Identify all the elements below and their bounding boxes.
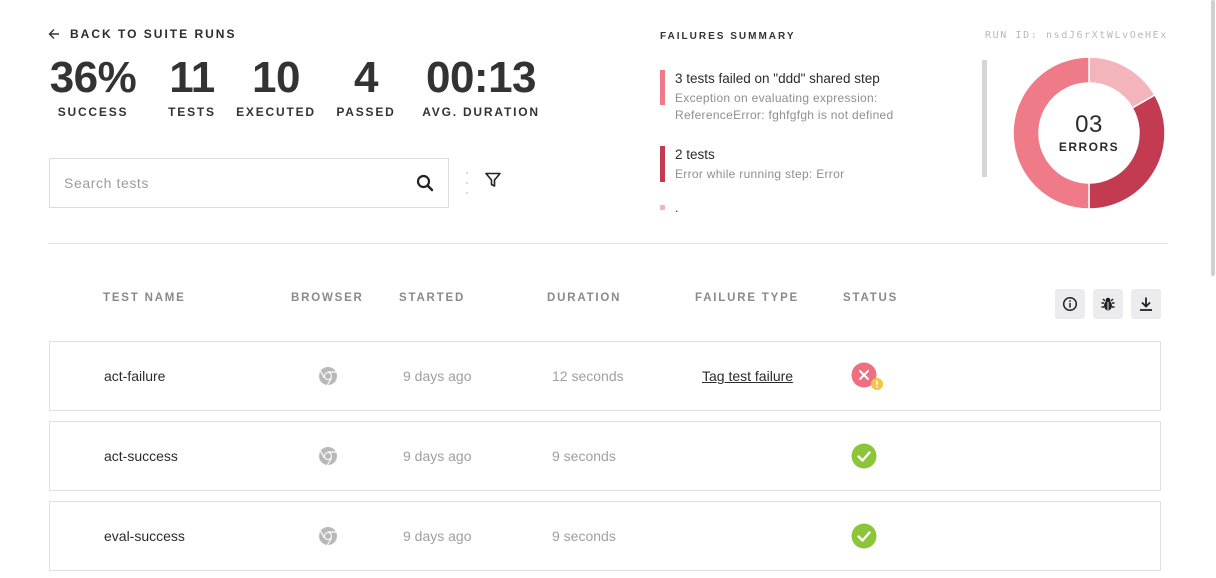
failure-description: Exception on evaluating expression: Refe…	[675, 91, 894, 122]
back-to-suite-runs-link[interactable]: BACK TO SUITE RUNS	[48, 27, 236, 41]
failure-title: 2 tests	[675, 147, 715, 162]
chrome-icon	[319, 367, 337, 386]
search-input[interactable]	[64, 175, 416, 191]
info-icon	[1062, 296, 1078, 312]
chrome-icon	[319, 527, 337, 546]
stat-avg-duration: 00:13 AVG. DURATION	[422, 53, 540, 120]
search-icon[interactable]	[416, 174, 434, 192]
column-header-browser[interactable]: BROWSER	[291, 292, 364, 304]
column-header-failure-type[interactable]: FAILURE TYPE	[695, 292, 799, 304]
warning-icon	[871, 378, 883, 390]
stat-label: SUCCESS	[57, 105, 129, 119]
stat-value: 4	[354, 53, 378, 102]
column-header-status[interactable]: STATUS	[843, 292, 898, 304]
filter-icon[interactable]	[484, 171, 502, 189]
run-stats: 36% SUCCESS 11 TESTS 10 EXECUTED 4 PASSE…	[48, 53, 540, 120]
bug-icon	[1101, 297, 1115, 311]
failure-summary-item[interactable]: 3 tests failed on "ddd" shared step Exce…	[660, 70, 960, 124]
errors-donut-center: 03 ERRORS	[1012, 56, 1166, 210]
run-id: RUN ID: nsdJ6rXtWLvOeHEx	[985, 30, 1168, 41]
stat-value: 10	[252, 53, 300, 102]
stat-success: 36% SUCCESS	[48, 53, 138, 120]
failure-summary-item[interactable]: .	[660, 201, 960, 215]
arrow-left-icon	[48, 29, 59, 39]
test-name: act-success	[104, 448, 178, 464]
column-header-duration[interactable]: DURATION	[547, 292, 621, 304]
test-name: act-failure	[104, 368, 166, 384]
failure-title: .	[675, 201, 679, 215]
column-header-test-name[interactable]: TEST NAME	[103, 292, 186, 304]
browser-cell	[318, 342, 338, 410]
duration: 12 seconds	[552, 368, 624, 384]
search-box	[49, 158, 449, 208]
failure-description: Error while running step: Error	[675, 167, 845, 181]
browser-cell	[318, 502, 338, 570]
duration: 9 seconds	[552, 448, 616, 464]
stat-tests: 11 TESTS	[166, 53, 218, 120]
started-time: 9 days ago	[403, 368, 472, 384]
suite-run-page: BACK TO SUITE RUNS 36% SUCCESS 11 TESTS …	[0, 0, 1216, 578]
stat-label: AVG. DURATION	[422, 105, 540, 119]
failures-summary-title: FAILURES SUMMARY	[660, 31, 796, 42]
stat-label: TESTS	[168, 105, 216, 119]
failure-title: 3 tests failed on "ddd" shared step	[675, 71, 880, 86]
stat-executed: 10 EXECUTED	[236, 53, 314, 120]
table-row[interactable]: act-failure 9 days ago 12 seconds Tag te…	[49, 341, 1161, 411]
test-name: eval-success	[104, 528, 185, 544]
info-button[interactable]	[1055, 289, 1085, 319]
browser-cell	[318, 422, 338, 490]
failure-color-bar	[660, 146, 665, 182]
page-scrollbar[interactable]	[1211, 0, 1215, 276]
section-divider	[48, 243, 1168, 244]
status-cell	[851, 342, 883, 410]
errors-count: 03	[1075, 111, 1103, 138]
stat-value: 11	[169, 53, 215, 102]
table-row[interactable]: act-success 9 days ago 9 seconds	[49, 421, 1161, 491]
status-cell	[851, 422, 877, 490]
duration: 9 seconds	[552, 528, 616, 544]
stat-passed: 4 PASSED	[336, 53, 393, 120]
started-time: 9 days ago	[403, 448, 472, 464]
stat-label: PASSED	[336, 105, 396, 119]
column-header-started[interactable]: STARTED	[399, 292, 465, 304]
failures-scrollbar[interactable]	[982, 60, 987, 177]
failure-color-bar	[660, 205, 665, 210]
status-cell	[851, 502, 877, 570]
back-link-label: BACK TO SUITE RUNS	[70, 27, 237, 41]
status-failed	[851, 362, 883, 390]
table-row[interactable]: eval-success 9 days ago 9 seconds	[49, 501, 1161, 571]
bug-report-button[interactable]	[1093, 289, 1123, 319]
passed-check-icon	[851, 443, 877, 469]
stat-value: 36%	[49, 53, 137, 102]
started-time: 9 days ago	[403, 528, 472, 544]
chrome-icon	[319, 447, 337, 466]
download-icon	[1140, 297, 1152, 311]
passed-check-icon	[851, 523, 877, 549]
failure-color-bar	[660, 70, 665, 105]
separator-dots	[465, 172, 469, 194]
stat-label: EXECUTED	[236, 105, 316, 119]
tag-failure-link[interactable]: Tag test failure	[702, 342, 793, 410]
stat-value: 00:13	[425, 53, 537, 102]
failure-summary-item[interactable]: 2 tests Error while running step: Error	[660, 146, 960, 183]
download-button[interactable]	[1131, 289, 1161, 319]
errors-label: ERRORS	[1058, 140, 1120, 154]
